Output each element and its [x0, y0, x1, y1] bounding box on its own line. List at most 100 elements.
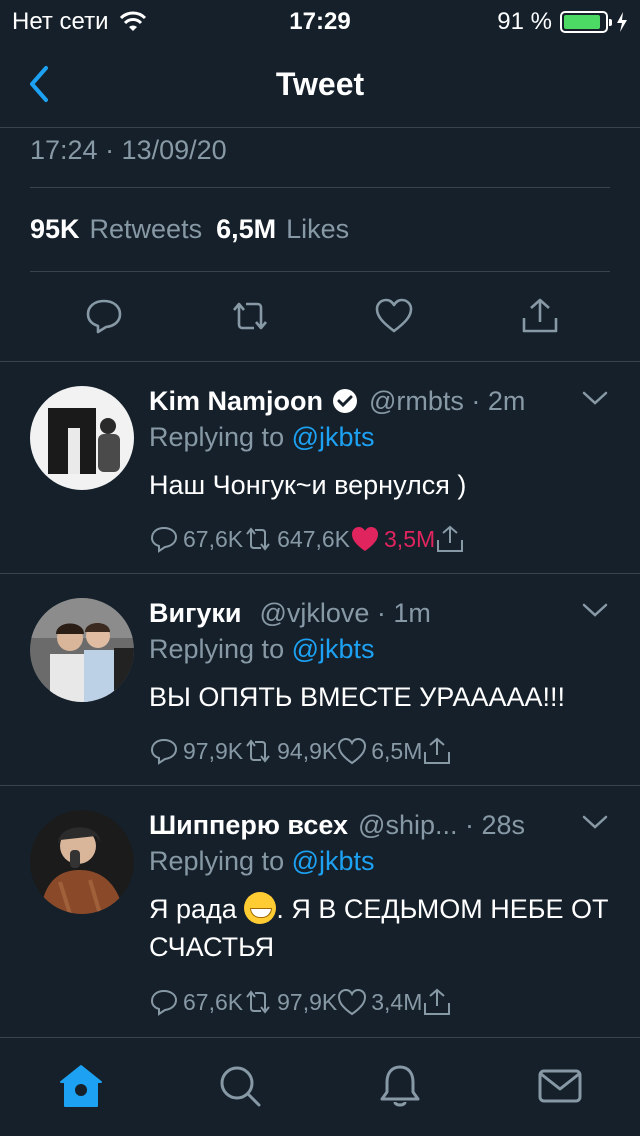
share-button[interactable] [435, 524, 469, 554]
likes-count[interactable]: 6,5M [216, 214, 276, 245]
reply-count-button[interactable]: 97,9K [149, 736, 243, 766]
reply-header: Шипперю всех @ship... · 28s [149, 806, 609, 844]
reply-icon [150, 989, 178, 1016]
battery-icon [560, 11, 612, 33]
avatar[interactable] [30, 598, 134, 702]
reply-item[interactable]: Kim Namjoon @rmbts · 2m Replying to @jkb… [0, 362, 640, 573]
reply-body: Шипперю всех @ship... · 28s Replying to … [149, 806, 609, 966]
share-button[interactable] [422, 987, 456, 1017]
charging-bolt-icon [617, 12, 627, 32]
retweet-count: 97,9K [277, 988, 338, 1015]
retweet-icon [246, 739, 270, 763]
replying-to: Replying to @jkbts [149, 634, 609, 674]
retweet-icon [233, 302, 267, 330]
retweet-count: 647,6K [277, 525, 351, 552]
reply-text: Я рада . Я В СЕДЬМОМ НЕБЕ ОТ СЧАСТЬЯ [149, 890, 609, 966]
verified-badge-icon [333, 389, 358, 413]
like-count-button[interactable]: 3,5M [350, 524, 435, 554]
retweets-label[interactable]: Retweets [90, 214, 203, 245]
retweet-count: 94,9K [277, 737, 338, 764]
chevron-down-icon[interactable] [581, 388, 609, 408]
grinning-face-icon [244, 892, 277, 924]
like-button[interactable] [374, 296, 414, 336]
replying-to-prefix: Replying to [149, 846, 285, 876]
share-icon [437, 525, 464, 552]
reply-stats: 97,9K 94,9K 6,5M [149, 734, 456, 768]
like-filled-icon [352, 527, 379, 551]
search-icon [220, 1066, 261, 1107]
reply-count: 67,6K [183, 988, 244, 1015]
reply-item[interactable]: Вигуки @vjklove · 1m Replying to @jkbts … [0, 574, 640, 785]
retweet-count-button[interactable]: 97,9K [243, 987, 337, 1017]
reply-icon [150, 738, 178, 765]
notifications-bell-icon [380, 1065, 420, 1107]
replying-to-link[interactable]: @jkbts [292, 634, 375, 664]
reply-handle-time: @rmbts · 2m [369, 385, 526, 416]
like-icon [375, 298, 413, 333]
page-title: Tweet [275, 66, 365, 102]
battery-fill [564, 15, 601, 29]
reply-item[interactable]: Шипперю всех @ship... · 28s Replying to … [0, 786, 640, 1036]
retweet-icon [246, 990, 270, 1014]
tab-notifications[interactable] [376, 1062, 424, 1110]
tab-home[interactable] [57, 1062, 105, 1110]
reply-author-name[interactable]: Kim Namjoon [149, 386, 323, 417]
reply-handle-time: @ship... · 28s [358, 809, 526, 840]
like-count-button[interactable]: 3,4M [337, 987, 422, 1017]
tweet-actions [30, 272, 610, 360]
avatar[interactable] [30, 810, 134, 914]
status-bar: Нет сети 17:29 91 % [0, 0, 640, 40]
retweet-icon [246, 527, 270, 551]
like-count: 6,5M [371, 737, 423, 764]
tab-messages[interactable] [536, 1062, 584, 1110]
reply-author-name[interactable]: Шипперю всех [149, 810, 348, 841]
chevron-down-icon[interactable] [581, 812, 609, 832]
replying-to-link[interactable]: @jkbts [292, 422, 375, 452]
home-icon [60, 1065, 102, 1107]
reply-stats: 67,6K 647,6K 3,5M [149, 522, 469, 556]
nav-bar: Tweet [0, 40, 640, 128]
replying-to-prefix: Replying to [149, 422, 285, 452]
reply-text: ВЫ ОПЯТЬ ВМЕСТЕ УРААААА!!! [149, 682, 566, 712]
avatar[interactable] [30, 386, 134, 490]
battery-percent: 91 % [497, 8, 552, 35]
retweet-count-button[interactable]: 647,6K [243, 524, 350, 554]
replying-to: Replying to @jkbts [149, 422, 609, 462]
share-icon [424, 737, 451, 764]
retweet-button[interactable] [228, 296, 268, 336]
reply-stats: 67,6K 97,9K 3,4M [149, 985, 456, 1019]
reply-body: Вигуки @vjklove · 1m Replying to @jkbts … [149, 594, 609, 716]
reply-header: Kim Namjoon @rmbts · 2m [149, 382, 609, 420]
reply-text-part: Я рада [149, 894, 237, 924]
share-button[interactable] [520, 296, 560, 336]
tab-search[interactable] [216, 1062, 264, 1110]
reply-icon [150, 526, 178, 553]
tweet-stats: 95K Retweets 6,5M Likes [30, 188, 610, 272]
like-icon [338, 737, 367, 765]
like-icon [338, 988, 367, 1016]
share-icon [424, 988, 451, 1015]
likes-label[interactable]: Likes [286, 214, 349, 245]
tweet-timestamp: 17:24 · 13/09/20 [30, 128, 610, 188]
chevron-down-icon[interactable] [581, 600, 609, 620]
replying-to-prefix: Replying to [149, 634, 285, 664]
like-count-button[interactable]: 6,5M [337, 736, 422, 766]
reply-count: 97,9K [183, 737, 244, 764]
replying-to-link[interactable]: @jkbts [292, 846, 375, 876]
tab-bar [0, 1037, 640, 1136]
reply-count-button[interactable]: 67,6K [149, 524, 243, 554]
reply-handle-time: @vjklove · 1m [259, 597, 431, 628]
like-count: 3,4M [371, 988, 423, 1015]
retweet-count-button[interactable]: 94,9K [243, 736, 337, 766]
reply-header: Вигуки @vjklove · 1m [149, 594, 609, 632]
reply-button[interactable] [84, 296, 124, 336]
reply-count-button[interactable]: 67,6K [149, 987, 243, 1017]
replying-to: Replying to @jkbts [149, 846, 609, 886]
reply-count: 67,6K [183, 525, 244, 552]
reply-author-name[interactable]: Вигуки [149, 598, 241, 629]
share-button[interactable] [422, 736, 456, 766]
messages-envelope-icon [538, 1069, 582, 1103]
like-count: 3,5M [384, 525, 436, 552]
retweets-count[interactable]: 95K [30, 214, 80, 245]
reply-body: Kim Namjoon @rmbts · 2m Replying to @jkb… [149, 382, 609, 504]
